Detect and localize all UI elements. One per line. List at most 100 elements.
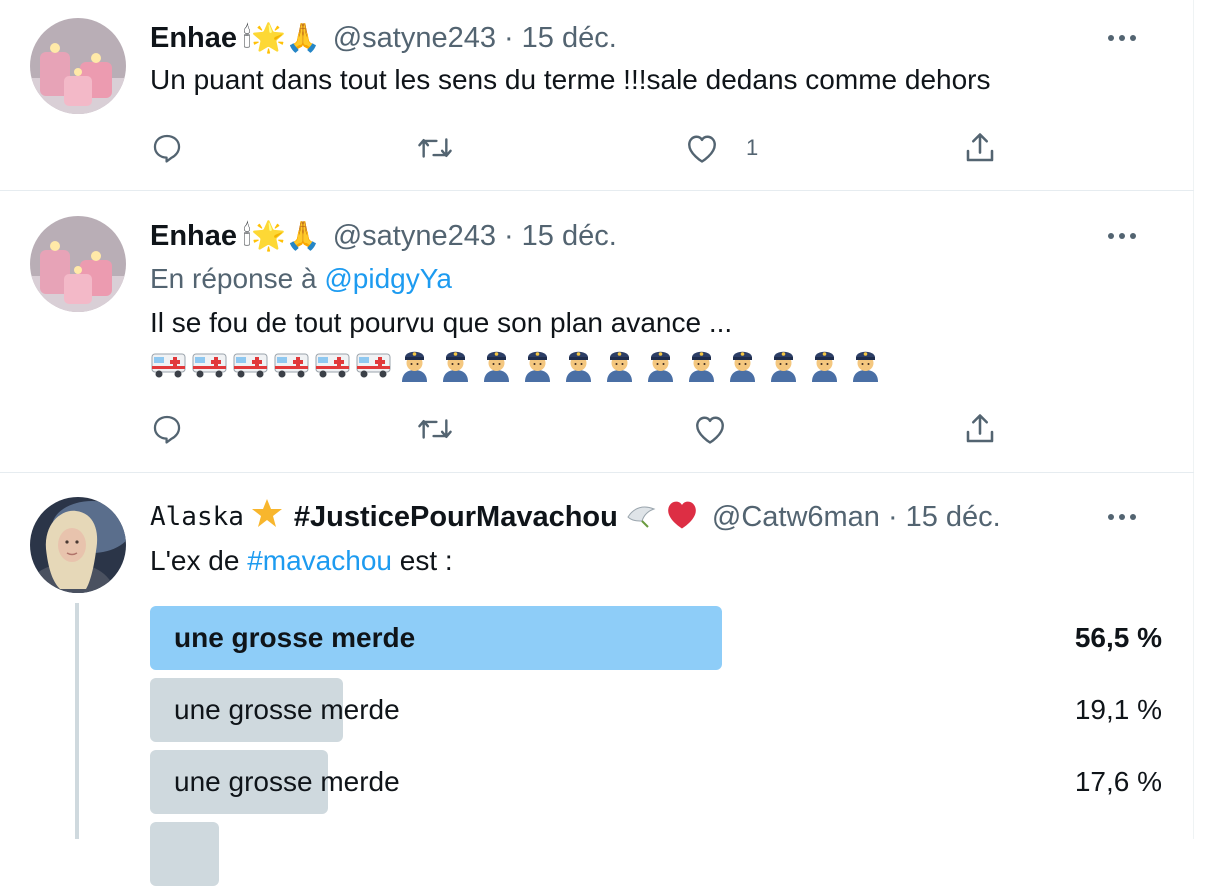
police-officer-icon bbox=[443, 351, 468, 382]
candles-avatar-image bbox=[30, 18, 126, 114]
retweet-button[interactable] bbox=[416, 409, 454, 449]
avatar[interactable] bbox=[30, 216, 126, 312]
police-officer-emoji bbox=[847, 346, 884, 387]
separator-dot: · bbox=[504, 21, 514, 54]
ambulance-emoji bbox=[150, 348, 187, 385]
user-handle[interactable]: @satyne243 bbox=[333, 22, 496, 55]
tweet[interactable]: Enhae 🕯🌟🙏 @satyne243 · 15 déc. En répons… bbox=[0, 191, 1194, 472]
ambulance-emoji bbox=[273, 348, 310, 385]
tweet-text: L'ex de #mavachou est : bbox=[150, 545, 453, 577]
poll-option-percent: 56,5 % bbox=[1074, 622, 1162, 653]
retweet-icon bbox=[418, 138, 452, 158]
police-officer-emoji bbox=[396, 346, 433, 387]
police-officer-icon bbox=[607, 351, 632, 382]
tweet[interactable]: Alaska #JusticePourMavachou @Catw6man · … bbox=[0, 473, 1194, 886]
tweet-text-start: L'ex de bbox=[150, 545, 240, 576]
reply-icon bbox=[153, 415, 181, 444]
police-officer-emoji bbox=[519, 346, 556, 387]
reply-button[interactable] bbox=[150, 128, 184, 168]
share-button[interactable] bbox=[962, 128, 998, 168]
tweet-text-end: est : bbox=[399, 545, 453, 576]
ambulance-icon bbox=[151, 353, 186, 378]
police-officer-emoji bbox=[765, 346, 802, 387]
reply-handle-link[interactable]: @pidgyYa bbox=[324, 263, 452, 294]
tweet-actions bbox=[150, 409, 1010, 449]
more-icon bbox=[1108, 233, 1136, 239]
retweet-button[interactable] bbox=[416, 128, 454, 168]
poll-option-label: une grosse merde bbox=[174, 766, 400, 797]
display-name[interactable]: Alaska bbox=[150, 502, 244, 532]
police-officer-emoji bbox=[724, 346, 761, 387]
poll-option: une grosse merde 19,1 % bbox=[150, 678, 1162, 742]
police-officer-icon bbox=[689, 351, 714, 382]
star-icon bbox=[251, 498, 282, 527]
more-icon bbox=[1108, 35, 1136, 41]
reply-icon bbox=[153, 134, 181, 163]
user-handle[interactable]: @Catw6man bbox=[712, 501, 880, 534]
police-officer-icon bbox=[566, 351, 591, 382]
separator-dot: · bbox=[504, 219, 514, 252]
poll-option bbox=[150, 822, 1162, 886]
tweet-date[interactable]: 15 déc. bbox=[906, 501, 1001, 534]
like-button[interactable] bbox=[692, 409, 728, 449]
ambulance-emoji bbox=[355, 348, 392, 385]
retweet-icon bbox=[418, 419, 452, 439]
like-button[interactable]: 1 bbox=[684, 128, 758, 168]
thread-line bbox=[75, 603, 79, 839]
tweet-date[interactable]: 15 déc. bbox=[522, 22, 617, 55]
poll-option: une grosse merde 17,6 % bbox=[150, 750, 1162, 814]
police-officer-icon bbox=[484, 351, 509, 382]
tweet[interactable]: Enhae 🕯🌟🙏 @satyne243 · 15 déc. Un puant … bbox=[0, 0, 1194, 190]
heart-icon bbox=[688, 135, 716, 163]
more-options-button[interactable] bbox=[1102, 216, 1142, 256]
police-officer-emoji bbox=[683, 346, 720, 387]
display-name[interactable]: Enhae bbox=[150, 220, 237, 253]
poll-option-label: une grosse merde bbox=[174, 622, 416, 653]
police-officer-emoji bbox=[601, 346, 638, 387]
police-officer-icon bbox=[402, 351, 427, 382]
share-button[interactable] bbox=[962, 409, 998, 449]
police-officer-icon bbox=[771, 351, 796, 382]
police-officer-emoji bbox=[642, 346, 679, 387]
police-officer-icon bbox=[525, 351, 550, 382]
avatar[interactable] bbox=[30, 18, 126, 114]
emoji-line bbox=[150, 346, 884, 387]
poll-option-percent: 19,1 % bbox=[1074, 694, 1162, 725]
heart-icon bbox=[696, 416, 724, 444]
red-heart-emoji bbox=[664, 498, 700, 537]
police-officer-icon bbox=[853, 351, 878, 382]
user-handle[interactable]: @satyne243 bbox=[333, 220, 496, 253]
tweet-text: Un puant dans tout les sens du terme !!!… bbox=[150, 64, 991, 95]
share-icon bbox=[966, 414, 994, 443]
dove-emoji bbox=[624, 499, 658, 536]
ambulance-emoji bbox=[314, 348, 351, 385]
police-officer-icon bbox=[648, 351, 673, 382]
red-heart-icon bbox=[668, 501, 696, 529]
ambulance-icon bbox=[233, 353, 268, 378]
share-icon bbox=[966, 133, 994, 162]
hashtag-link[interactable]: #mavachou bbox=[247, 545, 392, 576]
name-emojis: 🕯🌟🙏 bbox=[243, 21, 321, 54]
police-officer-emoji bbox=[437, 346, 474, 387]
name-emojis: 🕯🌟🙏 bbox=[243, 219, 321, 252]
police-officer-icon bbox=[730, 351, 755, 382]
more-options-button[interactable] bbox=[1102, 497, 1142, 537]
hashtag-name[interactable]: #JusticePourMavachou bbox=[294, 501, 618, 534]
avatar[interactable] bbox=[30, 497, 126, 593]
reply-context: En réponse à @pidgyYa bbox=[150, 263, 452, 295]
like-count: 1 bbox=[746, 135, 759, 160]
separator-dot: · bbox=[887, 500, 898, 533]
ambulance-icon bbox=[356, 353, 391, 378]
ambulance-icon bbox=[274, 353, 309, 378]
tweet-header: Enhae 🕯🌟🙏 @satyne243 · 15 déc. bbox=[150, 18, 617, 58]
more-options-button[interactable] bbox=[1102, 18, 1142, 58]
police-officer-icon bbox=[812, 351, 837, 382]
tweet-date[interactable]: 15 déc. bbox=[522, 220, 617, 253]
display-name[interactable]: Enhae bbox=[150, 22, 237, 55]
poll-bar bbox=[150, 822, 219, 886]
tweet-text: Il se fou de tout pourvu que son plan av… bbox=[150, 307, 733, 338]
ambulance-icon bbox=[315, 353, 350, 378]
police-officer-emoji bbox=[478, 346, 515, 387]
reply-button[interactable] bbox=[150, 409, 184, 449]
police-officer-emoji bbox=[806, 346, 843, 387]
